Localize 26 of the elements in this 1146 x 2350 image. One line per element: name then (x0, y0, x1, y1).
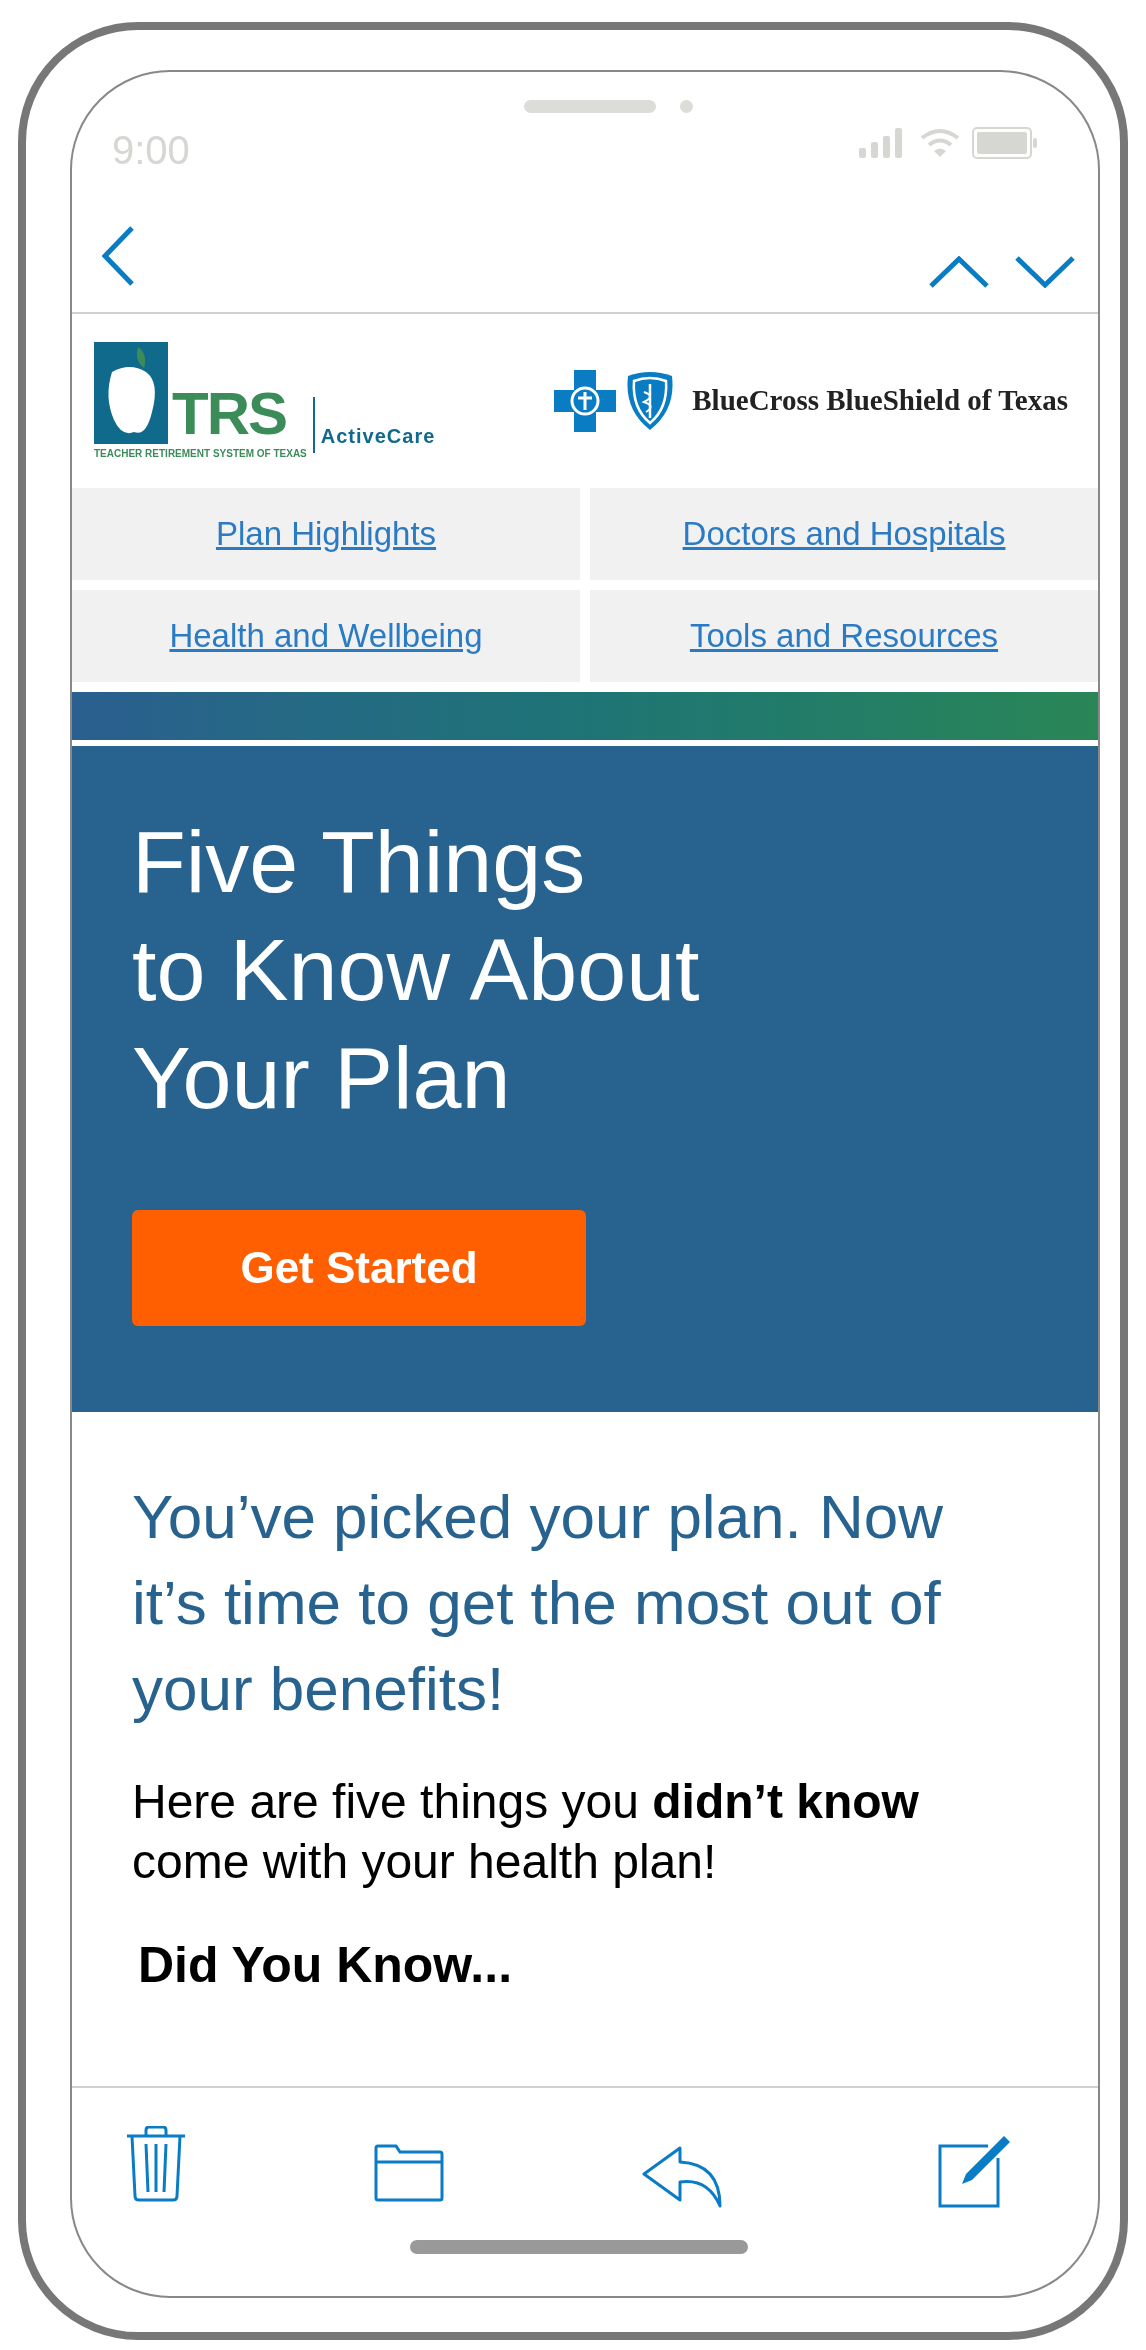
hero-title-line: to Know About (132, 919, 701, 1021)
trs-logo-subtitle: TEACHER RETIREMENT SYSTEM OF TEXAS (94, 446, 307, 461)
apple-logo-icon (94, 341, 168, 444)
activecare-logo-text: ActiveCare (320, 423, 436, 449)
folder-icon[interactable] (374, 2144, 444, 2202)
trs-logo-text: TRS (172, 383, 286, 444)
nav-link[interactable]: Plan Highlights (215, 509, 437, 559)
get-started-button[interactable]: Get Started (132, 1210, 586, 1326)
section-heading: Did You Know... (138, 1936, 514, 1995)
reply-icon[interactable] (642, 2146, 722, 2208)
down-chevron-icon[interactable] (1014, 256, 1076, 288)
battery-icon (972, 127, 1038, 159)
intro-text: You’ve picked your plan. Now it’s time to get the most out of your benefits! (132, 1481, 945, 1725)
bcbs-logo-text: BlueCross BlueShield of Texas (692, 383, 1068, 419)
hero-title-line: Your Plan (132, 1027, 512, 1129)
nav-link[interactable]: Tools and Resources (689, 611, 999, 661)
hero-title-line: Five Things (132, 811, 587, 913)
nav-link[interactable]: Health and Wellbeing (169, 611, 483, 661)
nav-link[interactable]: Doctors and Hospitals (682, 509, 1006, 559)
trash-icon[interactable] (126, 2126, 186, 2202)
back-icon[interactable] (102, 226, 134, 288)
body-text: Here are five things you didn’t know come with your health plan! (132, 1774, 920, 1890)
signal-icon (859, 128, 905, 160)
up-chevron-icon[interactable] (928, 256, 990, 288)
cross-logo-icon (554, 370, 617, 432)
wifi-icon (920, 128, 960, 158)
